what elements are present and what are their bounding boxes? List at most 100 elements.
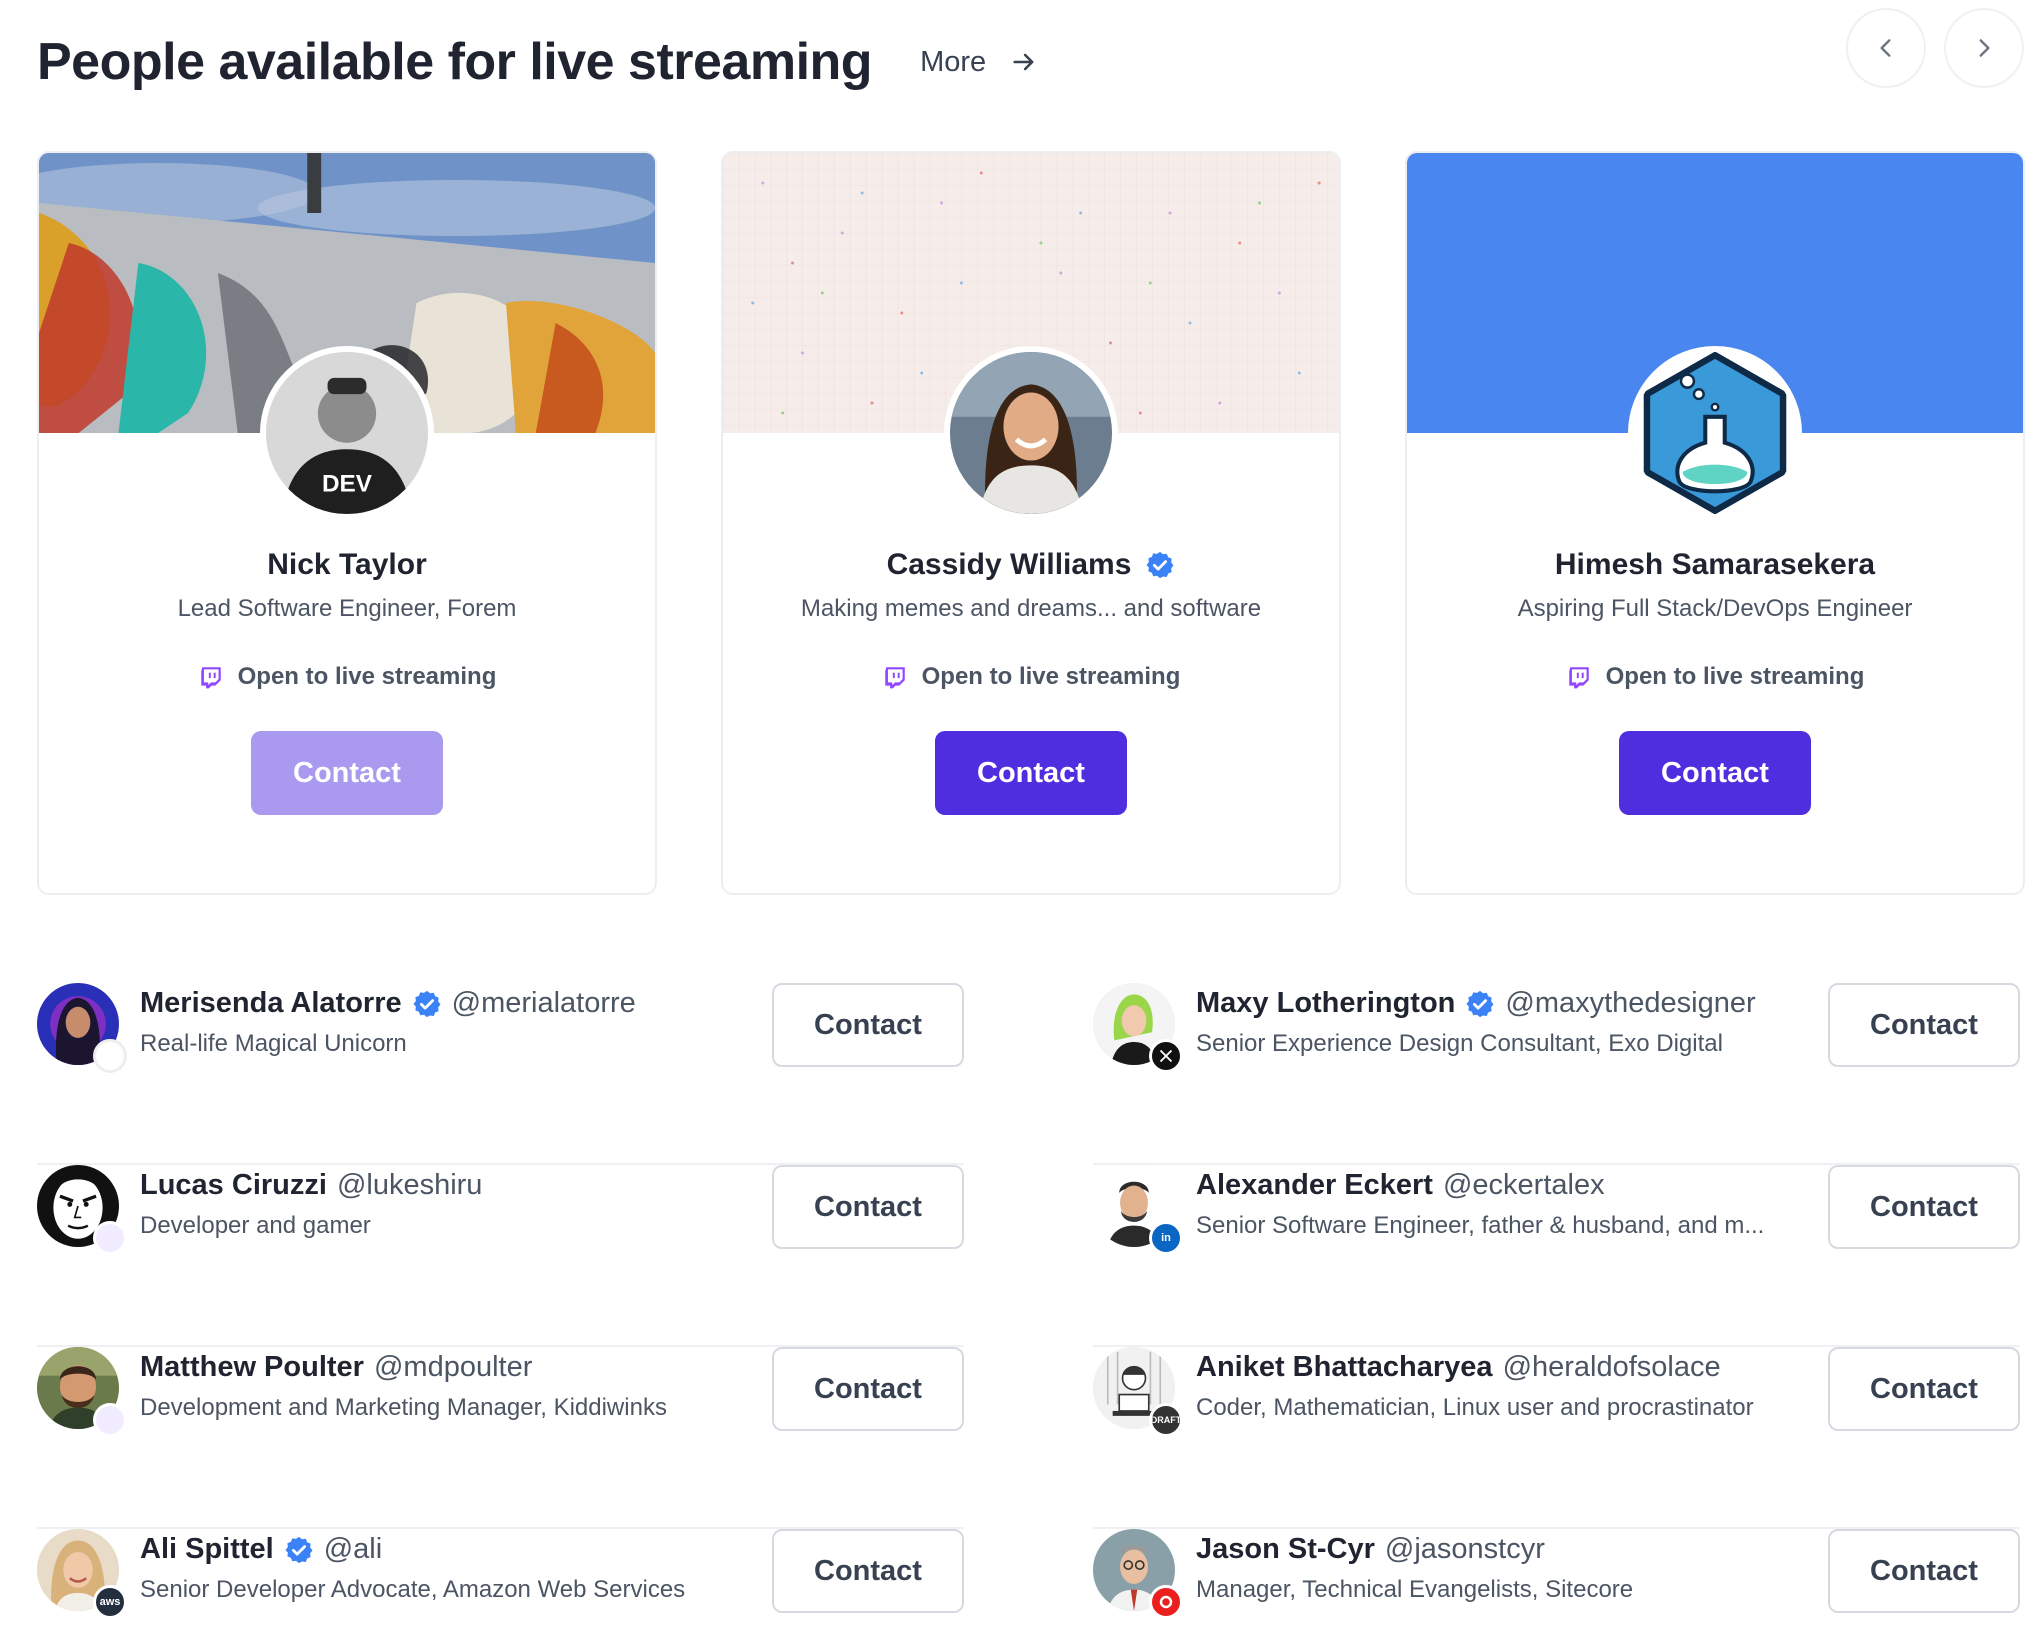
row-text: Aniket Bhattacharyea @heraldofsolace Cod…	[1196, 1351, 1790, 1422]
profile-name[interactable]: Alexander Eckert	[1196, 1169, 1433, 1202]
streaming-label: Open to live streaming	[921, 663, 1181, 690]
streaming-status: Open to live streaming	[39, 663, 655, 691]
twitch-icon	[884, 667, 905, 689]
list-item: Jason St-Cyr @jasonstcyr Manager, Techni…	[1093, 1529, 2020, 1646]
section-header: People available for live streaming More	[37, 8, 2024, 102]
profile-bio: Manager, Technical Evangelists, Sitecore	[1196, 1576, 1634, 1603]
chevron-right-icon	[1979, 39, 1990, 57]
twitch-icon	[1568, 667, 1589, 689]
profile-handle: @maxythedesigner	[1505, 987, 1756, 1019]
exo-logo-icon	[1159, 1049, 1173, 1063]
profile-name[interactable]: Jason St-Cyr	[1196, 1533, 1375, 1566]
contact-button[interactable]: Contact	[1828, 1165, 2020, 1249]
verified-icon	[413, 990, 441, 1017]
contact-button[interactable]: Contact	[935, 731, 1127, 815]
profile-handle: @mdpoulter	[373, 1351, 533, 1383]
profile-bio: Development and Marketing Manager, Kiddi…	[140, 1394, 667, 1421]
org-badge	[93, 1403, 127, 1437]
contact-button[interactable]: Contact	[251, 731, 443, 815]
org-badge: in	[1149, 1221, 1183, 1255]
more-label: More	[920, 45, 987, 78]
row-text: Alexander Eckert @eckertalex Senior Soft…	[1196, 1169, 1790, 1240]
contact-button[interactable]: Contact	[1828, 1529, 2020, 1613]
org-badge	[1149, 1585, 1183, 1619]
org-badge-label: DRAFT	[1150, 1415, 1182, 1425]
profile-name[interactable]: Lucas Ciruzzi	[140, 1169, 327, 1202]
list-item: Lucas Ciruzzi @lukeshiru Developer and g…	[37, 1165, 964, 1347]
contact-button[interactable]: Contact	[1828, 1347, 2020, 1431]
contact-button[interactable]: Contact	[772, 983, 964, 1067]
org-badge: aws	[93, 1585, 127, 1619]
profile-bio: Aspiring Full Stack/DevOps Engineer	[1517, 595, 1913, 622]
profile-bio: Senior Experience Design Consultant, Exo…	[1196, 1030, 1723, 1057]
chevron-left-icon	[1880, 39, 1891, 57]
org-badge	[93, 1221, 127, 1255]
avatar	[1628, 346, 1802, 520]
list-item: in Alexander Eckert @eckertalex Senior S…	[1093, 1165, 2020, 1347]
contact-button[interactable]: Contact	[772, 1165, 964, 1249]
more-link[interactable]: More	[920, 46, 1038, 79]
twitch-icon	[200, 667, 221, 689]
profile-handle: @heraldofsolace	[1502, 1351, 1721, 1383]
profile-name[interactable]: Nick Taylor	[267, 548, 427, 582]
contact-button[interactable]: Contact	[772, 1529, 964, 1613]
arrow-right-icon	[1013, 53, 1034, 71]
profile-card: Himesh Samarasekera Aspiring Full Stack/…	[1405, 151, 2025, 895]
list-item: aws Ali Spittel @ali Senior Developer Ad…	[37, 1529, 964, 1646]
contact-button[interactable]: Contact	[1828, 983, 2020, 1067]
card-name: Cassidy Williams	[723, 548, 1339, 582]
org-badge	[1149, 1039, 1183, 1073]
contact-button[interactable]: Contact	[1619, 731, 1811, 815]
profile-handle: @eckertalex	[1442, 1169, 1605, 1201]
verified-icon	[285, 1536, 313, 1563]
streaming-label: Open to live streaming	[237, 663, 497, 690]
svg-text:DEV: DEV	[322, 470, 373, 497]
people-list-left: Merisenda Alatorre @merialatorre Real-li…	[37, 983, 964, 1646]
profile-handle: @merialatorre	[451, 987, 636, 1019]
avatar	[944, 346, 1118, 520]
profile-bio: Coder, Mathematician, Linux user and pro…	[1196, 1394, 1754, 1421]
profile-name[interactable]: Himesh Samarasekera	[1555, 548, 1875, 582]
org-badge: DRAFT	[1149, 1403, 1183, 1437]
profile-handle: @lukeshiru	[336, 1169, 483, 1201]
profile-name[interactable]: Maxy Lotherington	[1196, 987, 1455, 1020]
row-text: Maxy Lotherington @maxythedesigner Senio…	[1196, 987, 1790, 1058]
card-name: Himesh Samarasekera	[1407, 548, 2023, 582]
profile-bio: Senior Software Engineer, father & husba…	[1196, 1212, 1765, 1239]
avatar: DEV	[260, 346, 434, 520]
profile-handle: @jasonstcyr	[1384, 1533, 1545, 1565]
org-badge	[93, 1039, 127, 1073]
contact-button[interactable]: Contact	[772, 1347, 964, 1431]
card-name: Nick Taylor	[39, 548, 655, 582]
row-text: Ali Spittel @ali Senior Developer Advoca…	[140, 1533, 734, 1604]
row-text: Merisenda Alatorre @merialatorre Real-li…	[140, 987, 734, 1058]
profile-card: Cassidy Williams Making memes and dreams…	[721, 151, 1341, 895]
verified-icon	[1146, 551, 1174, 579]
profile-name[interactable]: Merisenda Alatorre	[140, 987, 402, 1020]
sitecore-logo-icon	[1159, 1595, 1173, 1609]
row-text: Jason St-Cyr @jasonstcyr Manager, Techni…	[1196, 1533, 1790, 1604]
profile-name[interactable]: Cassidy Williams	[887, 548, 1132, 582]
list-item: Matthew Poulter @mdpoulter Development a…	[37, 1347, 964, 1529]
row-text: Lucas Ciruzzi @lukeshiru Developer and g…	[140, 1169, 734, 1240]
profile-card: DEV Nick Taylor Lead Software Engineer, …	[37, 151, 657, 895]
profile-bio: Developer and gamer	[140, 1212, 371, 1239]
list-item: Merisenda Alatorre @merialatorre Real-li…	[37, 983, 964, 1165]
profile-name[interactable]: Aniket Bhattacharyea	[1196, 1351, 1493, 1384]
profile-handle: @ali	[323, 1533, 383, 1565]
streaming-status: Open to live streaming	[1407, 663, 2023, 691]
org-badge-label: aws	[99, 1596, 121, 1608]
list-item: Maxy Lotherington @maxythedesigner Senio…	[1093, 983, 2020, 1165]
streaming-label: Open to live streaming	[1605, 663, 1865, 690]
profile-name[interactable]: Matthew Poulter	[140, 1351, 364, 1384]
previous-button[interactable]	[1846, 8, 1926, 88]
list-item: DRAFT Aniket Bhattacharyea @heraldofsola…	[1093, 1347, 2020, 1529]
profile-bio: Making memes and dreams... and software	[800, 595, 1262, 622]
profile-bio: Real-life Magical Unicorn	[140, 1030, 407, 1057]
profile-name[interactable]: Ali Spittel	[140, 1533, 274, 1566]
row-text: Matthew Poulter @mdpoulter Development a…	[140, 1351, 734, 1422]
people-list-right: Maxy Lotherington @maxythedesigner Senio…	[1093, 983, 2020, 1646]
profile-bio: Senior Developer Advocate, Amazon Web Se…	[140, 1576, 686, 1603]
featured-cards: DEV Nick Taylor Lead Software Engineer, …	[37, 151, 2025, 895]
next-button[interactable]	[1944, 8, 2024, 88]
